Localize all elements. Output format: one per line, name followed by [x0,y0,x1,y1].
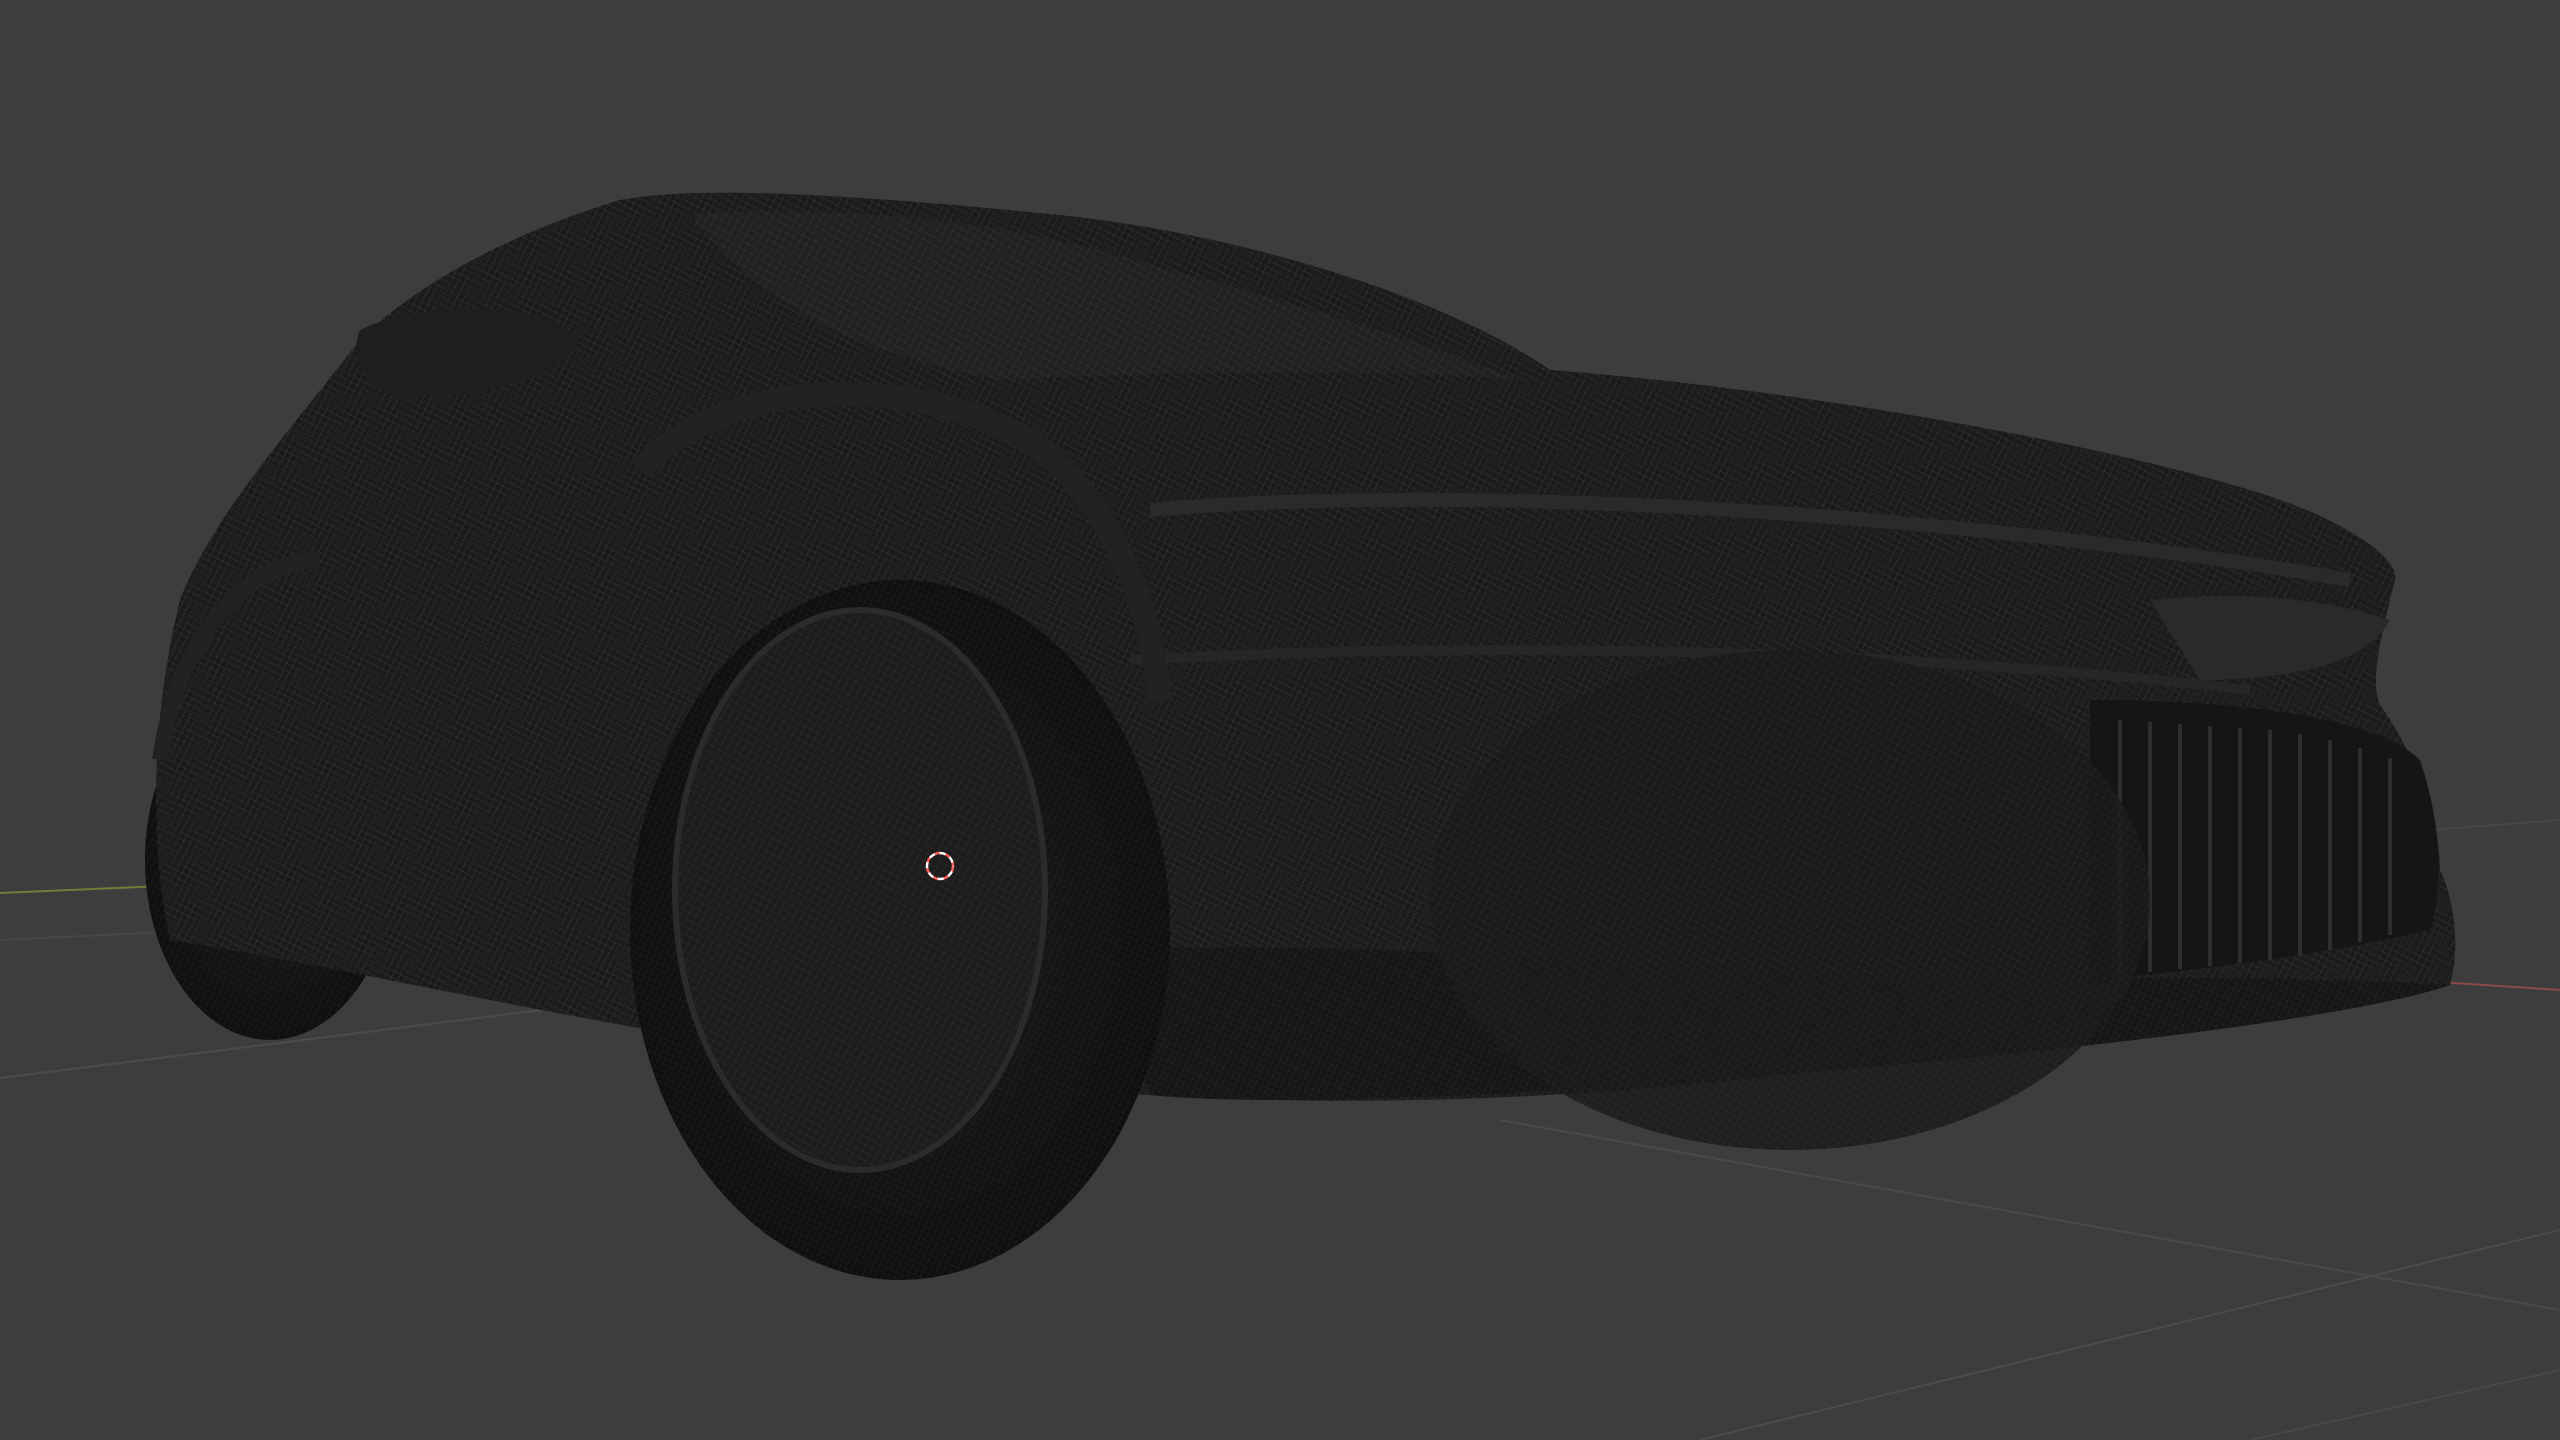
3d-viewport[interactable] [0,0,2560,1440]
car-mesh[interactable] [145,192,2456,1280]
viewport-canvas[interactable] [0,0,2560,1440]
